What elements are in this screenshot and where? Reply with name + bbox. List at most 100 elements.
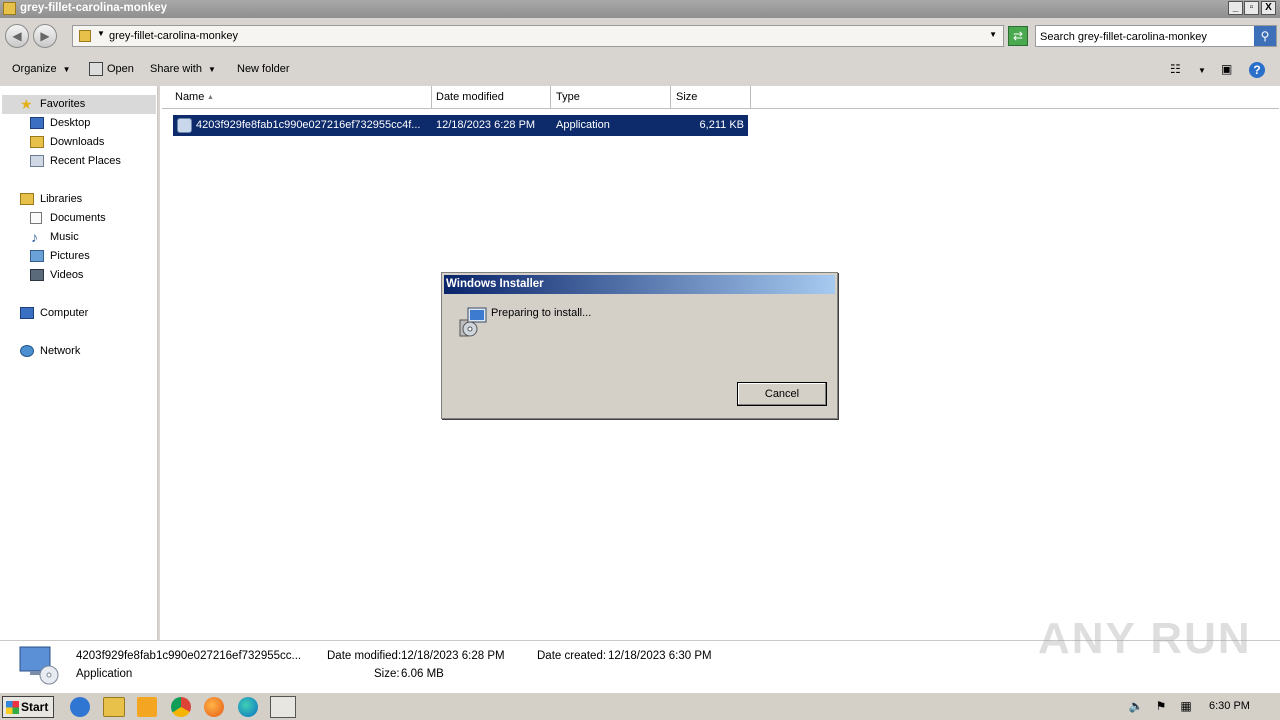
dialog-title-bar[interactable]: Windows Installer xyxy=(444,275,835,294)
dialog-message: Preparing to install... xyxy=(491,307,592,319)
column-label: Size xyxy=(676,91,698,103)
pane-splitter[interactable] xyxy=(158,86,160,640)
details-file-name: 4203f929fe8fab1c990e027216ef732955cc... xyxy=(76,650,302,662)
downloads-folder-icon xyxy=(30,136,44,148)
column-label: Date modified xyxy=(436,91,504,103)
folder-icon xyxy=(79,30,91,42)
sort-ascending-icon: ▲ xyxy=(207,94,214,101)
nav-label: Pictures xyxy=(50,250,90,262)
media-player-icon[interactable] xyxy=(137,697,157,717)
edge-icon[interactable] xyxy=(238,697,258,717)
preview-pane-icon[interactable]: ▣ xyxy=(1221,62,1232,76)
command-bar: Organize ▼ Open Share with ▼ New folder ☷ … xyxy=(0,54,1280,86)
address-row: ◀ ▶ ▼ grey-fillet-carolina-monkey ▼ ⇄ ⚲ xyxy=(0,18,1280,54)
nav-label: Recent Places xyxy=(50,155,121,167)
desktop-icon xyxy=(30,117,44,129)
recent-places-icon xyxy=(30,155,44,167)
windows-installer-dialog: Windows Installer Preparing to install..… xyxy=(441,272,838,419)
column-header-date-modified[interactable]: Date modified xyxy=(432,86,551,109)
pictures-icon xyxy=(30,250,44,262)
column-label: Type xyxy=(556,91,580,103)
details-date-created-label: Date created: xyxy=(537,650,607,662)
forward-button[interactable]: ▶ xyxy=(33,24,57,48)
cancel-button[interactable]: Cancel xyxy=(737,382,827,406)
view-options-icon[interactable]: ☷ xyxy=(1170,62,1181,76)
installer-icon xyxy=(459,307,487,337)
details-file-type: Application xyxy=(76,668,133,680)
column-header-size[interactable]: Size xyxy=(671,86,751,109)
nav-label: Network xyxy=(40,345,81,357)
anyrun-watermark: ANY RUN xyxy=(1038,614,1252,663)
details-date-modified: 12/18/2023 6:28 PM xyxy=(401,650,505,662)
address-bar[interactable]: ▼ grey-fillet-carolina-monkey ▼ xyxy=(72,25,1004,47)
open-button[interactable]: Open xyxy=(107,63,134,75)
file-size: 6,211 KB xyxy=(699,119,744,131)
back-button[interactable]: ◀ xyxy=(5,24,29,48)
start-button[interactable]: Start xyxy=(2,696,54,718)
nav-label: Desktop xyxy=(50,117,91,129)
clock[interactable]: 6:30 PM xyxy=(1209,700,1250,712)
help-icon[interactable]: ? xyxy=(1249,62,1265,78)
title-bar[interactable]: grey-fillet-carolina-monkey _ ▫ X xyxy=(0,0,1280,18)
details-date-created: 12/18/2023 6:30 PM xyxy=(608,650,712,662)
nav-item-favorites[interactable]: ★ Favorites xyxy=(2,95,156,114)
installer-file-icon xyxy=(177,118,192,133)
nav-label: Computer xyxy=(40,307,89,319)
nav-label: Downloads xyxy=(50,136,105,148)
organize-label: Organize xyxy=(12,63,57,75)
file-date-modified: 12/18/2023 6:28 PM xyxy=(436,119,536,131)
nav-label: Favorites xyxy=(40,98,86,110)
nav-label: Libraries xyxy=(40,193,83,205)
volume-icon[interactable]: 🔈 xyxy=(1128,699,1144,715)
chrome-icon[interactable] xyxy=(171,697,191,717)
column-label: Name xyxy=(175,91,205,103)
nav-label: Videos xyxy=(50,269,84,281)
search-icon[interactable]: ⚲ xyxy=(1254,26,1276,46)
file-type: Application xyxy=(556,119,610,131)
network-icon xyxy=(20,345,34,357)
documents-icon xyxy=(30,212,42,224)
action-center-flag-icon[interactable]: ⚑ xyxy=(1153,699,1169,715)
chevron-down-icon[interactable]: ▼ xyxy=(989,30,997,39)
window-title: grey-fillet-carolina-monkey xyxy=(20,2,167,14)
start-label: Start xyxy=(21,700,49,714)
close-button[interactable]: X xyxy=(1261,1,1276,15)
windows-installer-taskbar-button[interactable] xyxy=(270,696,296,718)
libraries-icon xyxy=(20,193,34,205)
computer-icon xyxy=(20,307,34,319)
chevron-down-icon[interactable]: ▼ xyxy=(1198,66,1206,75)
details-date-modified-label: Date modified: xyxy=(327,650,402,662)
column-header-filler xyxy=(751,86,1279,109)
taskbar: Start 🔈 ⚑ ▦ 6:30 PM xyxy=(0,692,1280,720)
breadcrumb-arrow-icon[interactable]: ▼ xyxy=(97,29,105,38)
explorer-icon[interactable] xyxy=(103,697,125,717)
share-with-label: Share with xyxy=(150,63,202,75)
nav-label: Music xyxy=(50,231,79,243)
file-row[interactable]: 4203f929fe8fab1c990e027216ef732955cc4f..… xyxy=(173,115,748,136)
organize-button[interactable]: Organize ▼ xyxy=(12,63,71,75)
share-with-button[interactable]: Share with ▼ xyxy=(150,63,216,75)
star-icon: ★ xyxy=(20,96,33,112)
column-header-name[interactable]: Name ▲ xyxy=(162,86,432,109)
minimize-button[interactable]: _ xyxy=(1228,1,1243,15)
refresh-icon[interactable]: ⇄ xyxy=(1008,26,1028,46)
new-folder-button[interactable]: New folder xyxy=(237,63,290,75)
column-header-type[interactable]: Type xyxy=(551,86,671,109)
firefox-icon[interactable] xyxy=(204,697,224,717)
details-size: 6.06 MB xyxy=(401,668,444,680)
search-input[interactable] xyxy=(1040,29,1250,44)
internet-explorer-icon[interactable] xyxy=(70,697,90,717)
breadcrumb[interactable]: grey-fillet-carolina-monkey xyxy=(109,30,238,42)
music-note-icon: ♪ xyxy=(31,229,38,245)
windows-logo-icon xyxy=(6,701,19,714)
folder-icon xyxy=(3,2,16,15)
nav-label: Documents xyxy=(50,212,106,224)
application-file-icon xyxy=(19,646,59,685)
maximize-button[interactable]: ▫ xyxy=(1244,1,1259,15)
search-box[interactable]: ⚲ xyxy=(1035,25,1277,47)
network-tray-icon[interactable]: ▦ xyxy=(1178,699,1194,715)
file-name: 4203f929fe8fab1c990e027216ef732955cc4f..… xyxy=(196,119,421,131)
open-icon xyxy=(89,62,103,76)
navigation-pane: ★ Favorites Desktop Downloads Recent Pla… xyxy=(0,86,158,640)
details-size-label: Size: xyxy=(374,668,400,680)
